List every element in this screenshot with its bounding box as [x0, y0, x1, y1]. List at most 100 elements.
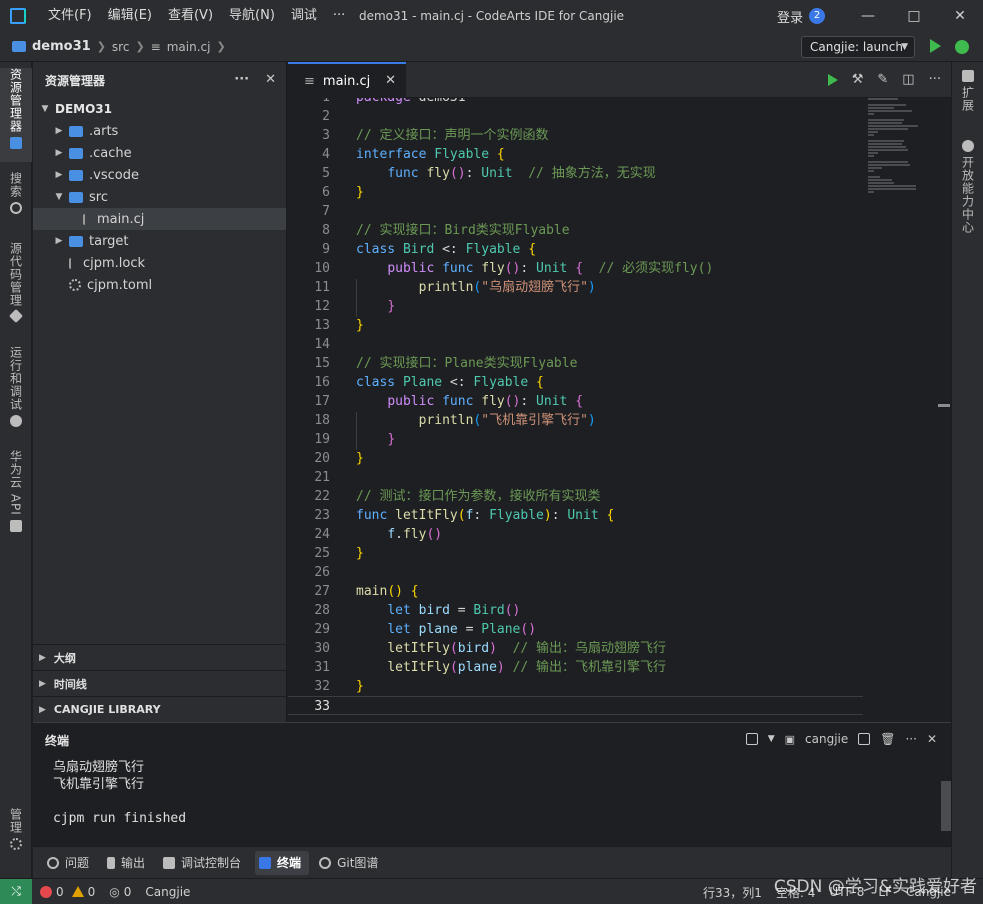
- folder-icon: [69, 125, 83, 137]
- close-icon[interactable]: ✕: [265, 72, 276, 87]
- edit-icon[interactable]: ✎: [877, 72, 888, 87]
- tree-item-label: .arts: [89, 123, 119, 139]
- breadcrumb-project[interactable]: demo31: [32, 39, 91, 54]
- error-count[interactable]: 0: [56, 885, 64, 899]
- tree-item[interactable]: ▼ src: [33, 186, 286, 208]
- cursor-position[interactable]: 行33，列1: [703, 884, 762, 901]
- tree-item[interactable]: cjpm.lock: [33, 252, 286, 274]
- more-actions-icon[interactable]: ···: [234, 72, 249, 87]
- terminal-scrollbar[interactable]: [941, 781, 951, 831]
- run-config-select[interactable]: Cangjie: launch ▼: [801, 36, 915, 58]
- chevron-right-icon: ❯: [96, 40, 106, 53]
- breadcrumb-src[interactable]: src: [112, 40, 130, 54]
- tab-output[interactable]: 输出: [103, 851, 153, 875]
- code-line: 7: [322, 204, 330, 219]
- watermark: CSDN @学习&实践爱好者: [773, 877, 977, 897]
- split-editor-icon[interactable]: ◫: [902, 72, 914, 87]
- breadcrumb-file[interactable]: main.cj: [167, 40, 211, 54]
- section-cangjie-library[interactable]: ▶ CANGJIE LIBRARY: [33, 696, 287, 722]
- file-tree: ▶ .arts ▶ .cache ▶ .vscode ▼ src main.cj ▶ target c…: [33, 120, 286, 296]
- tree-item[interactable]: cjpm.toml: [33, 274, 286, 296]
- menu-view[interactable]: 查看(V): [160, 0, 221, 32]
- language-label[interactable]: Cangjie: [145, 885, 190, 899]
- split-terminal-icon[interactable]: [745, 733, 758, 745]
- tab-main-cj[interactable]: ≡ main.cj ✕: [288, 62, 406, 98]
- terminal-panel: 终端 ▼ ▣ cangjie 🗑︎ ··· ✕ 乌扇动翅膀飞行 飞机靠引擎飞行 …: [33, 722, 951, 846]
- folder-icon: [69, 147, 83, 159]
- breadcrumb: demo31 ❯ src ❯ ≡ main.cj ❯ Cangjie: laun…: [0, 32, 983, 62]
- section-outline-label: 大纲: [53, 651, 76, 665]
- explorer-title: 资源管理器: [45, 73, 106, 88]
- tab-terminal-label: 终端: [277, 856, 302, 870]
- split-icon[interactable]: [858, 733, 871, 745]
- problems-icon: [47, 856, 59, 869]
- run-icon[interactable]: [930, 39, 941, 53]
- extensions-icon: [962, 70, 974, 82]
- tree-item-label: cjpm.lock: [83, 255, 146, 271]
- activity-manage[interactable]: 管理: [0, 808, 32, 860]
- tree-root[interactable]: ▼ DEMO31: [33, 98, 286, 120]
- tab-debug-console[interactable]: 调试控制台: [159, 851, 249, 875]
- chevron-down-icon: ▼: [41, 104, 49, 114]
- minimap[interactable]: [868, 98, 928, 198]
- terminal-shell-label[interactable]: cangjie: [805, 732, 848, 746]
- run-file-icon[interactable]: [827, 74, 838, 86]
- activity-run-debug[interactable]: 运行和调试: [0, 346, 32, 432]
- warning-count[interactable]: 0: [88, 885, 96, 899]
- menu-file[interactable]: 文件(F): [40, 0, 100, 32]
- section-timeline[interactable]: ▶ 时间线: [33, 670, 287, 696]
- activity-dev-center[interactable]: 开放能力中心: [952, 140, 983, 240]
- tree-item-label: main.cj: [97, 211, 145, 227]
- close-tab-icon[interactable]: ✕: [385, 73, 396, 88]
- code-editor[interactable]: 1package demo31 2 3// 定义接口：声明一个实例函数 4int…: [288, 98, 951, 722]
- code-line: 14: [314, 337, 330, 352]
- menu-navigate[interactable]: 导航(N): [221, 0, 283, 32]
- editor-tabs: ≡ main.cj ✕ ⚒ ✎ ◫ ···: [288, 62, 951, 98]
- folder-icon: [69, 235, 83, 247]
- activity-scm[interactable]: 源代码管理: [0, 242, 32, 328]
- code-line: 30 letItFly(bird) // 输出：乌扇动翅膀飞行: [314, 641, 667, 656]
- tab-problems[interactable]: 问题: [43, 851, 97, 875]
- explorer-panel: 资源管理器 ··· ✕ ▼ DEMO31 ▶ .arts ▶ .cache ▶ .vsco…: [33, 62, 287, 722]
- tree-item[interactable]: ▶ .arts: [33, 120, 286, 142]
- code-line: 23 func letItFly(f: Flyable): Unit {: [314, 508, 615, 523]
- code-line: 9 class Bird <: Flyable {: [322, 242, 537, 257]
- menu-debug[interactable]: 调试: [283, 0, 325, 32]
- chevron-down-icon[interactable]: ▼: [768, 734, 775, 744]
- remote-icon[interactable]: ⤭: [0, 878, 32, 904]
- tree-item[interactable]: ▶ .cache: [33, 142, 286, 164]
- close-window-icon[interactable]: ✕: [937, 0, 983, 32]
- file-lines-icon: ≡: [304, 73, 315, 89]
- terminal-output[interactable]: 乌扇动翅膀飞行 飞机靠引擎飞行 cjpm run finished: [53, 759, 186, 827]
- more-actions-icon[interactable]: ···: [929, 72, 941, 87]
- debug-icon[interactable]: [955, 40, 969, 54]
- tree-item[interactable]: main.cj: [33, 208, 286, 230]
- activity-huawei-api[interactable]: 华为云 API: [0, 450, 32, 534]
- editor-scrollbar[interactable]: [938, 404, 950, 407]
- section-cangjie-library-label: CANGJIE LIBRARY: [53, 703, 161, 716]
- menu-more[interactable]: ···: [325, 0, 353, 32]
- tree-item[interactable]: ▶ target: [33, 230, 286, 252]
- activity-search[interactable]: 搜索: [0, 172, 32, 224]
- activity-explorer[interactable]: 资源管理器: [0, 68, 32, 162]
- hammer-icon[interactable]: ⚒: [852, 72, 864, 87]
- terminal-line: 乌扇动翅膀飞行: [53, 760, 145, 775]
- ports-count[interactable]: 0: [124, 885, 132, 899]
- terminal-icon: [259, 856, 272, 869]
- maximize-icon[interactable]: □: [891, 0, 937, 32]
- trash-icon[interactable]: 🗑︎: [880, 732, 895, 746]
- file-icon: [83, 213, 91, 225]
- close-panel-icon[interactable]: ✕: [927, 732, 937, 746]
- file-lines-icon: ≡: [150, 39, 161, 54]
- tab-terminal[interactable]: 终端: [255, 850, 310, 875]
- section-outline[interactable]: ▶ 大纲: [33, 644, 287, 670]
- login-button[interactable]: 登录: [777, 7, 803, 26]
- more-actions-icon[interactable]: ···: [905, 732, 916, 746]
- menu-edit[interactable]: 编辑(E): [100, 0, 160, 32]
- minimize-icon[interactable]: —: [845, 0, 891, 32]
- notification-badge[interactable]: 2: [809, 8, 825, 24]
- code-line: 25}: [314, 546, 364, 561]
- activity-extensions[interactable]: 扩展: [952, 70, 983, 122]
- tab-git-graph[interactable]: Git图谱: [315, 851, 386, 875]
- tree-item[interactable]: ▶ .vscode: [33, 164, 286, 186]
